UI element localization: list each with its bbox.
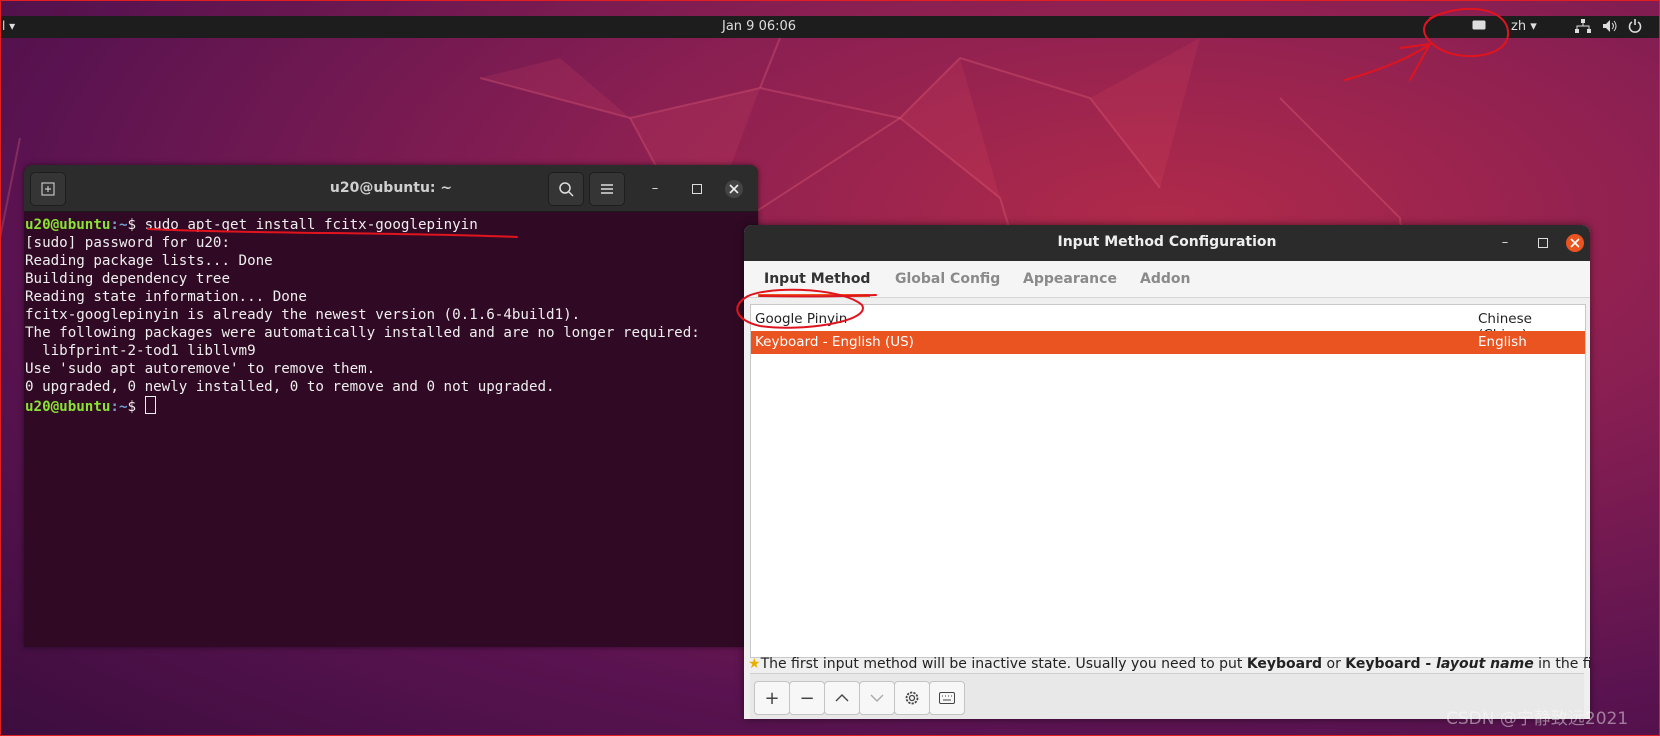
minimize-button[interactable]: – <box>1496 234 1514 252</box>
move-down-button[interactable] <box>859 681 895 715</box>
gear-icon <box>905 691 919 705</box>
network-icon[interactable] <box>1575 19 1591 33</box>
output-line: The following packages were automaticall… <box>25 325 700 341</box>
output-line: Reading state information... Done <box>25 289 307 305</box>
power-icon[interactable] <box>1628 19 1642 33</box>
star-icon: ★ <box>748 656 761 672</box>
tab-input-method[interactable]: Input Method <box>764 271 870 287</box>
hint-text: ★The first input method will be inactive… <box>748 656 1590 672</box>
keyboard-layout-button[interactable] <box>929 681 965 715</box>
close-button[interactable] <box>725 180 743 198</box>
activities-label: l <box>2 19 6 33</box>
activities-menu[interactable]: l ▾ <box>2 19 15 33</box>
output-line: fcitx-googlepinyin is already the newest… <box>25 307 581 323</box>
input-method-name: Keyboard - English (US) <box>755 334 914 350</box>
hint-part: Keyboard - <box>1345 656 1437 672</box>
terminal-cursor <box>144 396 156 414</box>
list-item[interactable]: Keyboard - English (US) English <box>751 331 1585 354</box>
imc-title: Input Method Configuration <box>1057 234 1277 250</box>
chevron-down-icon <box>870 694 884 702</box>
active-tab-indicator <box>758 294 870 297</box>
prompt-path: :~ <box>110 217 128 233</box>
close-button[interactable] <box>1566 234 1584 252</box>
imc-titlebar[interactable]: Input Method Configuration – <box>744 225 1590 261</box>
search-button[interactable] <box>548 172 584 206</box>
command-text: sudo apt-get install fcitx-googlepinyin <box>144 217 478 233</box>
plus-icon: + <box>764 687 780 709</box>
terminal-window[interactable]: u20@ubuntu: ~ – u20@ubuntu:~$ sudo apt-g… <box>24 165 758 647</box>
terminal-titlebar[interactable]: u20@ubuntu: ~ – <box>24 165 758 212</box>
hint-part: Keyboard <box>1246 656 1323 672</box>
output-line: [sudo] password for u20: <box>25 235 230 251</box>
list-item[interactable]: Google Pinyin Chinese (China) <box>751 308 1585 343</box>
maximize-icon <box>1538 238 1548 248</box>
prompt-symbol: $ <box>127 217 145 233</box>
chevron-up-icon <box>835 694 849 702</box>
prompt-user: u20@ubuntu <box>25 217 111 233</box>
hint-part: layout name <box>1436 656 1534 672</box>
hamburger-icon <box>601 184 613 194</box>
top-panel: l ▾ Jan 9 06:06 zh ▾ <box>0 16 1660 38</box>
configure-button[interactable] <box>894 681 930 715</box>
input-language-menu[interactable]: zh ▾ <box>1511 19 1537 34</box>
input-method-config-window[interactable]: Input Method Configuration – Input Metho… <box>744 225 1590 719</box>
output-line: Reading package lists... Done <box>25 253 273 269</box>
hint-part: in the first place. <box>1538 656 1590 672</box>
imc-tabbar: Input Method Global Config Appearance Ad… <box>744 261 1590 298</box>
output-line: Use 'sudo apt autoremove' to remove them… <box>25 361 376 377</box>
watermark: CSDN @宁静致远2021 <box>1446 709 1629 729</box>
output-line: libfprint-2-tod1 libllvm9 <box>25 343 256 359</box>
close-icon <box>1570 238 1580 248</box>
prompt-path: :~ <box>110 399 128 415</box>
remove-button[interactable]: − <box>789 681 825 715</box>
input-method-language: English <box>1478 334 1527 350</box>
keyboard-icon[interactable] <box>1472 19 1486 31</box>
add-button[interactable]: + <box>754 681 790 715</box>
input-method-name: Google Pinyin <box>755 311 848 327</box>
prompt-user: u20@ubuntu <box>25 399 111 415</box>
input-method-list[interactable]: Google Pinyin Chinese (China) Keyboard -… <box>750 304 1586 658</box>
search-icon <box>559 182 574 197</box>
close-icon <box>729 184 739 194</box>
minimize-button[interactable]: – <box>646 180 664 198</box>
output-line: 0 upgraded, 0 newly installed, 0 to remo… <box>25 379 555 395</box>
volume-icon[interactable] <box>1602 19 1618 33</box>
maximize-icon <box>692 184 702 194</box>
terminal-output[interactable]: u20@ubuntu:~$ sudo apt-get install fcitx… <box>24 212 758 416</box>
maximize-button[interactable] <box>686 180 704 198</box>
tab-global-config[interactable]: Global Config <box>895 271 1000 287</box>
hamburger-menu-button[interactable] <box>589 172 625 206</box>
maximize-button[interactable] <box>1532 234 1550 252</box>
tab-appearance[interactable]: Appearance <box>1023 271 1117 287</box>
prompt-symbol: $ <box>127 399 145 415</box>
move-up-button[interactable] <box>824 681 860 715</box>
hint-part: The first input method will be inactive … <box>760 656 1247 672</box>
output-line: Building dependency tree <box>25 271 230 287</box>
keyboard-icon <box>939 692 955 704</box>
input-language-label: zh <box>1511 19 1527 34</box>
hint-part: or <box>1322 656 1346 672</box>
minus-icon: − <box>799 687 815 709</box>
clock[interactable]: Jan 9 06:06 <box>722 19 796 34</box>
tab-addon[interactable]: Addon <box>1140 271 1190 287</box>
